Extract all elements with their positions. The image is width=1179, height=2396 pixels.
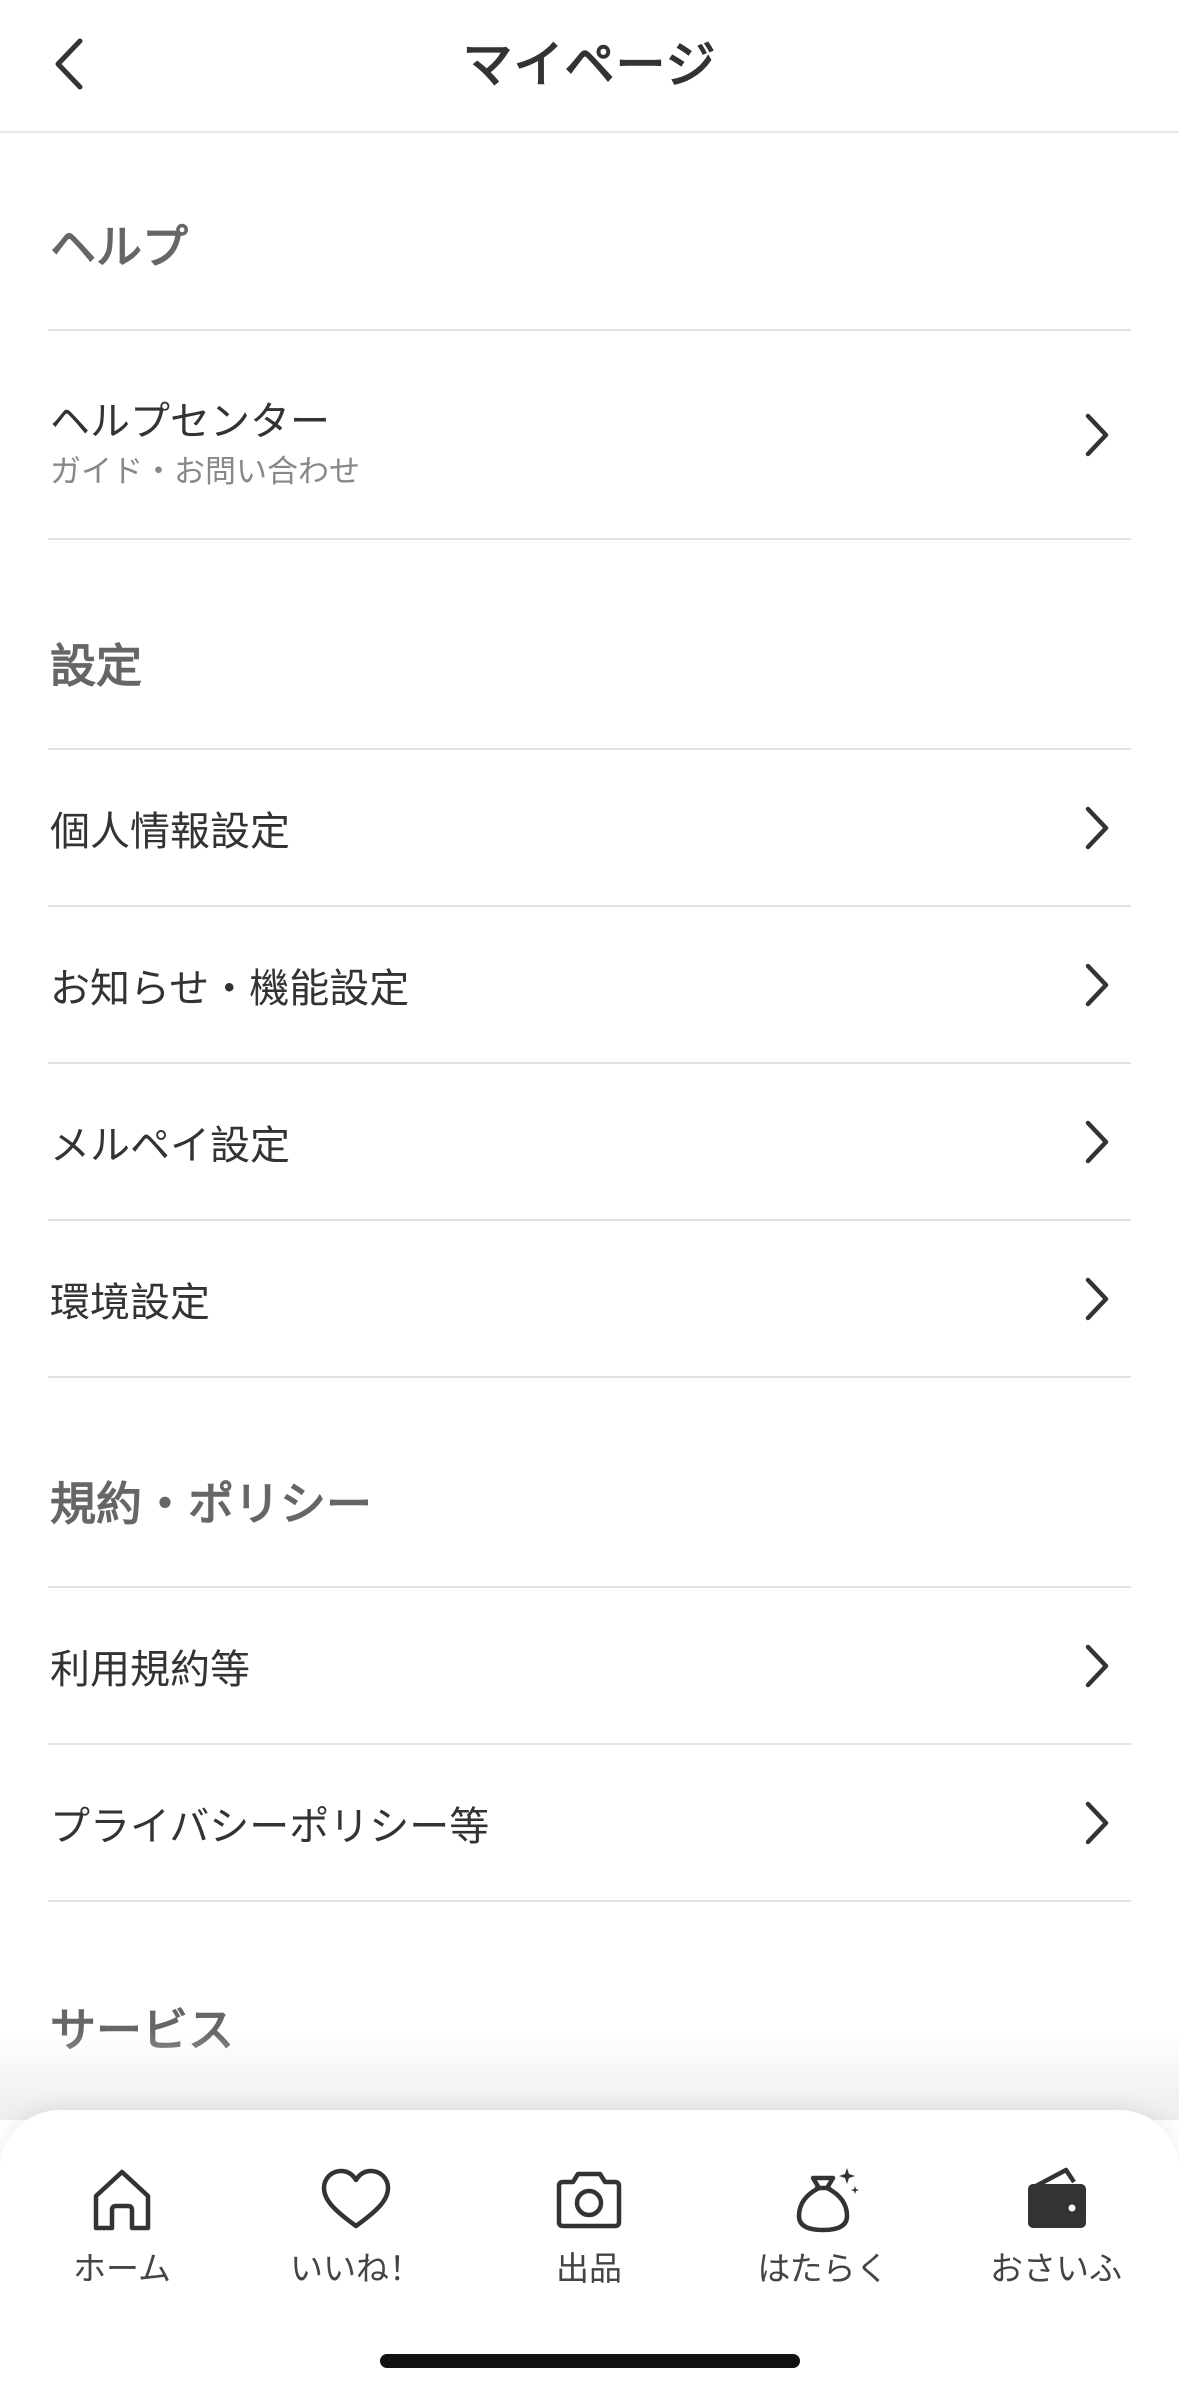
tab-label: いいね！ [290, 2249, 422, 2288]
list-item-label: 利用規約等 [50, 1646, 250, 1693]
section-header-settings: 設定 [48, 540, 1131, 750]
list-item-help-center[interactable]: ヘルプセンター ガイド・お問い合わせ [48, 331, 1131, 540]
page-title: マイページ [462, 36, 717, 94]
list-item-terms-of-use[interactable]: 利用規約等 [48, 1588, 1131, 1745]
navigation-header: マイページ [0, 0, 1179, 133]
tab-label: 出品 [556, 2249, 622, 2288]
camera-icon [556, 2171, 622, 2229]
home-indicator[interactable] [380, 2354, 800, 2368]
list-item-merpay-settings[interactable]: メルペイ設定 [48, 1064, 1131, 1221]
tab-home[interactable]: ホーム [32, 2160, 212, 2290]
list-item-subtitle: ガイド・お問い合わせ [50, 454, 360, 490]
chevron-right-icon [1077, 804, 1117, 852]
section-header-terms: 規約・ポリシー [48, 1378, 1131, 1588]
tab-likes[interactable]: いいね！ [266, 2160, 446, 2290]
money-bag-icon [796, 2168, 859, 2233]
list-item-notification-settings[interactable]: お知らせ・機能設定 [48, 907, 1131, 1064]
list-item-personal-info-settings[interactable]: 個人情報設定 [48, 750, 1131, 907]
tab-sell[interactable]: 出品 [499, 2160, 679, 2290]
list-item-label: メルペイ設定 [50, 1122, 290, 1169]
chevron-right-icon [1077, 961, 1117, 1009]
settings-list: ヘルプ ヘルプセンター ガイド・お問い合わせ 設定 個人情報設定 お知らせ・機能… [48, 133, 1131, 2112]
home-icon [93, 2169, 151, 2231]
section-title: 規約・ポリシー [50, 1477, 372, 1531]
section-title: ヘルプ [50, 220, 188, 274]
chevron-right-icon [1077, 1118, 1117, 1166]
list-item-label: お知らせ・機能設定 [50, 965, 410, 1012]
scroll-fade [0, 2030, 1179, 2120]
tab-work[interactable]: はたらく [733, 2160, 913, 2290]
tab-wallet[interactable]: おさいふ [966, 2160, 1146, 2290]
chevron-right-icon [1077, 1642, 1117, 1690]
heart-icon [321, 2168, 391, 2229]
wallet-icon [1028, 2167, 1086, 2228]
tab-label: ホーム [72, 2249, 171, 2288]
chevron-right-icon [1077, 1275, 1117, 1323]
tab-label: はたらく [757, 2249, 889, 2288]
list-item-label: 環境設定 [50, 1279, 210, 1326]
tab-label: おさいふ [990, 2249, 1122, 2288]
list-item-label: ヘルプセンター [50, 399, 330, 445]
list-item-label: 個人情報設定 [50, 808, 290, 855]
chevron-right-icon [1077, 1799, 1117, 1847]
list-item-label: プライバシーポリシー等 [50, 1803, 490, 1850]
section-title: 設定 [50, 639, 142, 693]
chevron-right-icon [1077, 411, 1117, 459]
list-item-privacy-policy[interactable]: プライバシーポリシー等 [48, 1745, 1131, 1902]
section-header-help: ヘルプ [48, 133, 1131, 331]
list-item-environment-settings[interactable]: 環境設定 [48, 1221, 1131, 1378]
my-page-screen: マイページ ヘルプ ヘルプセンター ガイド・お問い合わせ 設定 個人情報設定 お… [0, 0, 1179, 2396]
